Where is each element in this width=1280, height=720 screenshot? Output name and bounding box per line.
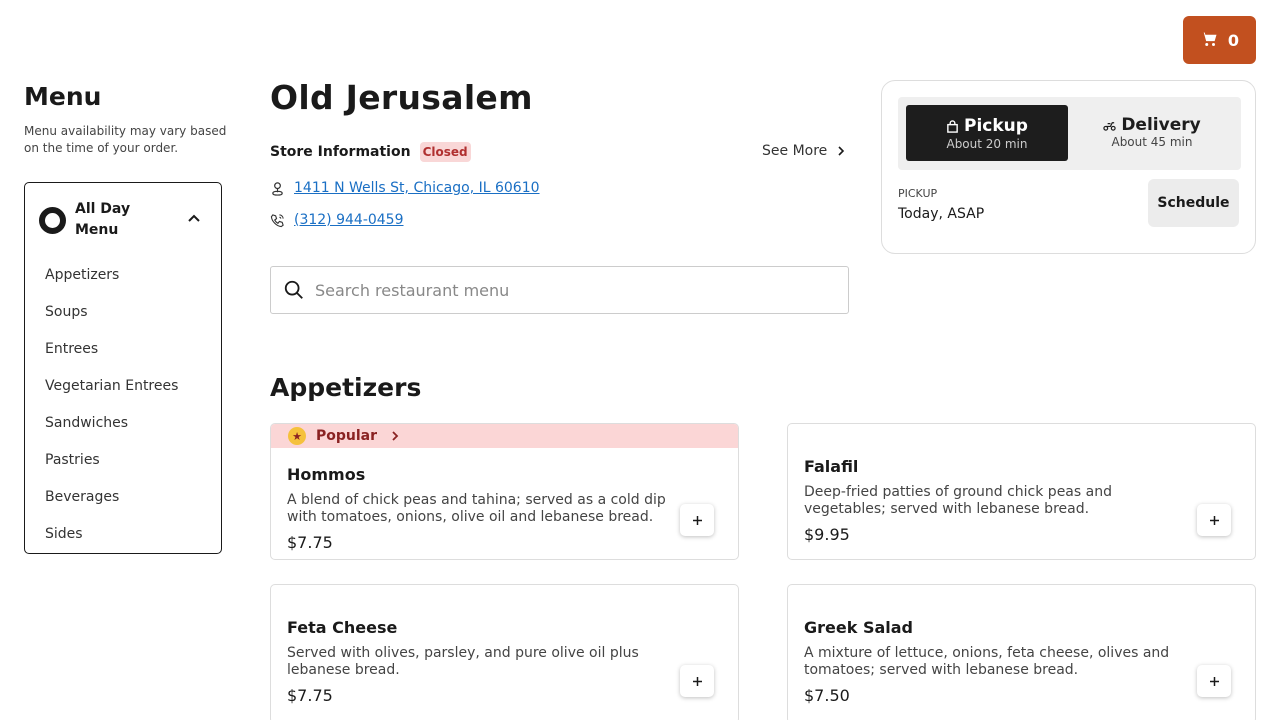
sidebar-item-sides[interactable]: Sides — [45, 526, 178, 563]
item-description: A blend of chick peas and tahina; served… — [287, 492, 666, 525]
store-info-row: Store Information Closed — [270, 142, 471, 162]
menu-item-card[interactable]: Feta Cheese Served with olives, parsley,… — [270, 584, 739, 720]
plus-icon — [692, 676, 702, 686]
cart-icon — [1200, 32, 1217, 46]
menu-item-card[interactable]: Falafil Deep-fried patties of ground chi… — [787, 423, 1256, 560]
menu-group-icon — [39, 207, 66, 234]
sidebar-menu: All Day Menu Appetizers Soups Entrees Ve… — [24, 182, 222, 554]
menu-group-label: All Day Menu — [75, 201, 131, 238]
item-description: Served with olives, parsley, and pure ol… — [287, 645, 639, 678]
phone-icon — [270, 213, 284, 227]
menu-item-card[interactable]: ★ Popular Hommos A blend of chick peas a… — [270, 423, 739, 560]
item-price: $7.75 — [287, 686, 333, 705]
see-more-link[interactable]: See More — [762, 143, 847, 159]
section-title: Appetizers — [270, 373, 422, 402]
chevron-up-icon — [188, 214, 200, 222]
item-price: $7.75 — [287, 533, 333, 552]
item-name: Greek Salad — [804, 618, 913, 637]
sidebar-item-sandwiches[interactable]: Sandwiches — [45, 415, 178, 452]
cart-button[interactable]: 0 — [1183, 16, 1256, 64]
search-icon — [284, 280, 303, 299]
sidebar-note: Menu availability may vary based on the … — [24, 124, 227, 155]
bag-icon — [947, 119, 958, 133]
plus-icon — [1209, 676, 1219, 686]
sidebar-item-soups[interactable]: Soups — [45, 304, 178, 341]
phone-link[interactable]: (312) 944-0459 — [294, 212, 404, 228]
sidebar-item-appetizers[interactable]: Appetizers — [45, 267, 178, 304]
see-more-label: See More — [762, 143, 828, 159]
order-time: Today, ASAP — [898, 206, 985, 222]
store-info-title: Store Information — [270, 144, 411, 160]
search-input[interactable] — [315, 280, 815, 300]
chevron-right-icon — [838, 146, 845, 156]
delivery-label: Delivery — [1121, 115, 1201, 135]
scooter-icon — [1103, 121, 1116, 131]
item-name: Falafil — [804, 457, 859, 476]
pickup-option[interactable]: Pickup About 20 min — [906, 105, 1068, 161]
address-row: 1411 N Wells St, Chicago, IL 60610 — [270, 180, 540, 196]
add-item-button[interactable] — [1197, 504, 1231, 536]
sidebar-title: Menu — [24, 82, 102, 111]
schedule-button[interactable]: Schedule — [1148, 179, 1239, 227]
status-badge: Closed — [419, 142, 471, 162]
pickup-label: Pickup — [964, 116, 1028, 136]
star-struck-emoji-icon: ★ — [288, 427, 306, 445]
fulfillment-toggle: Pickup About 20 min Delivery About 45 mi… — [898, 97, 1241, 170]
add-item-button[interactable] — [680, 504, 714, 536]
category-list: Appetizers Soups Entrees Vegetarian Entr… — [45, 267, 178, 563]
store-name: Old Jerusalem — [270, 78, 533, 117]
add-item-button[interactable] — [680, 665, 714, 697]
popular-banner[interactable]: ★ Popular — [271, 424, 738, 448]
search-box — [270, 266, 849, 314]
sidebar-item-beverages[interactable]: Beverages — [45, 489, 178, 526]
cart-count: 0 — [1227, 30, 1240, 50]
item-description: A mixture of lettuce, onions, feta chees… — [804, 645, 1170, 678]
sidebar-item-entrees[interactable]: Entrees — [45, 341, 178, 378]
phone-row: (312) 944-0459 — [270, 212, 404, 228]
chevron-right-icon — [392, 431, 399, 441]
item-price: $7.50 — [804, 686, 850, 705]
item-price: $9.95 — [804, 525, 850, 544]
address-link[interactable]: 1411 N Wells St, Chicago, IL 60610 — [294, 180, 540, 196]
plus-icon — [1209, 515, 1219, 525]
order-mode-label: PICKUP — [898, 187, 938, 200]
item-name: Hommos — [287, 465, 366, 484]
pickup-time-estimate: About 20 min — [946, 137, 1028, 151]
delivery-time-estimate: About 45 min — [1111, 135, 1193, 149]
order-panel: Pickup About 20 min Delivery About 45 mi… — [881, 80, 1256, 254]
menu-group-toggle[interactable]: All Day Menu — [39, 199, 209, 241]
item-name: Feta Cheese — [287, 618, 398, 637]
item-description: Deep-fried patties of ground chick peas … — [804, 484, 1112, 517]
delivery-option[interactable]: Delivery About 45 min — [1071, 105, 1233, 161]
popular-label: Popular — [316, 428, 378, 444]
plus-icon — [692, 515, 702, 525]
sidebar-item-vegetarian-entrees[interactable]: Vegetarian Entrees — [45, 378, 178, 415]
sidebar-item-pastries[interactable]: Pastries — [45, 452, 178, 489]
add-item-button[interactable] — [1197, 665, 1231, 697]
menu-item-card[interactable]: Greek Salad A mixture of lettuce, onions… — [787, 584, 1256, 720]
location-pin-icon — [272, 181, 283, 196]
